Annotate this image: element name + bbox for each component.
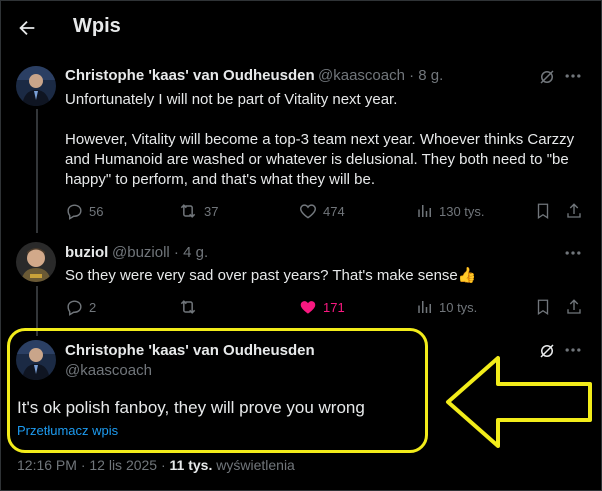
reply-count: 56 bbox=[89, 204, 104, 219]
more-options-icon[interactable] bbox=[563, 66, 583, 86]
back-arrow-icon[interactable] bbox=[16, 17, 38, 39]
like-count: 171 bbox=[323, 300, 345, 315]
reply-icon[interactable] bbox=[65, 202, 84, 221]
tweet-time[interactable]: 8 g. bbox=[418, 67, 443, 84]
reply-icon[interactable] bbox=[65, 298, 84, 317]
share-icon[interactable] bbox=[565, 297, 583, 317]
tweet-paragraph: Unfortunately I will not be part of Vita… bbox=[65, 91, 398, 108]
tweet-handle[interactable]: @kaascoach bbox=[65, 362, 152, 379]
timestamp-text[interactable]: 12:16 PM · 12 lis 2025 · bbox=[17, 457, 170, 473]
tweet-author-name[interactable]: Christophe 'kaas' van Oudheusden bbox=[65, 342, 315, 359]
views-label: wyświetlenia bbox=[212, 457, 295, 473]
avatar-image bbox=[16, 340, 56, 380]
thumbs-up-emoji: 👍 bbox=[457, 267, 477, 284]
views-count: 10 tys. bbox=[439, 300, 478, 315]
views-icon[interactable] bbox=[416, 202, 434, 220]
bookmark-icon[interactable] bbox=[534, 201, 552, 221]
avatar-image bbox=[16, 242, 56, 282]
like-icon-filled[interactable] bbox=[298, 297, 318, 317]
thread-connector bbox=[36, 286, 38, 336]
tweet-meta: @kaascoach · 8 g. bbox=[318, 67, 444, 84]
repost-icon[interactable] bbox=[178, 201, 198, 221]
tweet-time[interactable]: 4 g. bbox=[183, 244, 208, 261]
tweet-author-name[interactable]: buziol bbox=[65, 244, 108, 261]
thread-connector bbox=[36, 109, 38, 233]
tweet-timestamp: 12:16 PM · 12 lis 2025 · 11 tys. wyświet… bbox=[17, 457, 295, 473]
like-icon[interactable] bbox=[298, 201, 318, 221]
repost-count: 37 bbox=[204, 204, 219, 219]
avatar[interactable] bbox=[16, 242, 56, 282]
views-count: 11 tys. bbox=[169, 457, 213, 473]
translate-link[interactable]: Przetłumacz wpis bbox=[17, 423, 118, 438]
views-icon[interactable] bbox=[416, 298, 434, 316]
avatar-image bbox=[16, 66, 56, 106]
page-title: Wpis bbox=[73, 15, 121, 37]
tweet-text: So they were very sad over past years? T… bbox=[65, 266, 575, 286]
tweet-author-name[interactable]: Christophe 'kaas' van Oudheusden bbox=[65, 67, 315, 84]
left-arrow-annotation bbox=[446, 356, 592, 448]
grok-icon[interactable] bbox=[538, 68, 556, 86]
bookmark-icon[interactable] bbox=[534, 297, 552, 317]
tweet-text: It's ok polish fanboy, they will prove y… bbox=[17, 398, 365, 417]
tweet-handle[interactable]: @kaascoach bbox=[318, 67, 405, 84]
share-icon[interactable] bbox=[565, 201, 583, 221]
tweet-meta: @buzioll · 4 g. bbox=[112, 244, 209, 261]
reply-count: 2 bbox=[89, 300, 97, 315]
avatar[interactable] bbox=[16, 66, 56, 106]
views-count: 130 tys. bbox=[439, 204, 485, 219]
like-count: 474 bbox=[323, 204, 345, 219]
repost-icon[interactable] bbox=[178, 297, 198, 317]
avatar[interactable] bbox=[16, 340, 56, 380]
more-options-icon[interactable] bbox=[563, 243, 583, 263]
tweet-text: Unfortunately I will not be part of Vita… bbox=[65, 90, 575, 190]
tweet-paragraph: However, Vitality will become a top-3 te… bbox=[65, 131, 575, 188]
tweet-text-content: So they were very sad over past years? T… bbox=[65, 267, 458, 284]
tweet-handle[interactable]: @buzioll bbox=[112, 244, 170, 261]
top-bar: Wpis bbox=[0, 0, 602, 56]
